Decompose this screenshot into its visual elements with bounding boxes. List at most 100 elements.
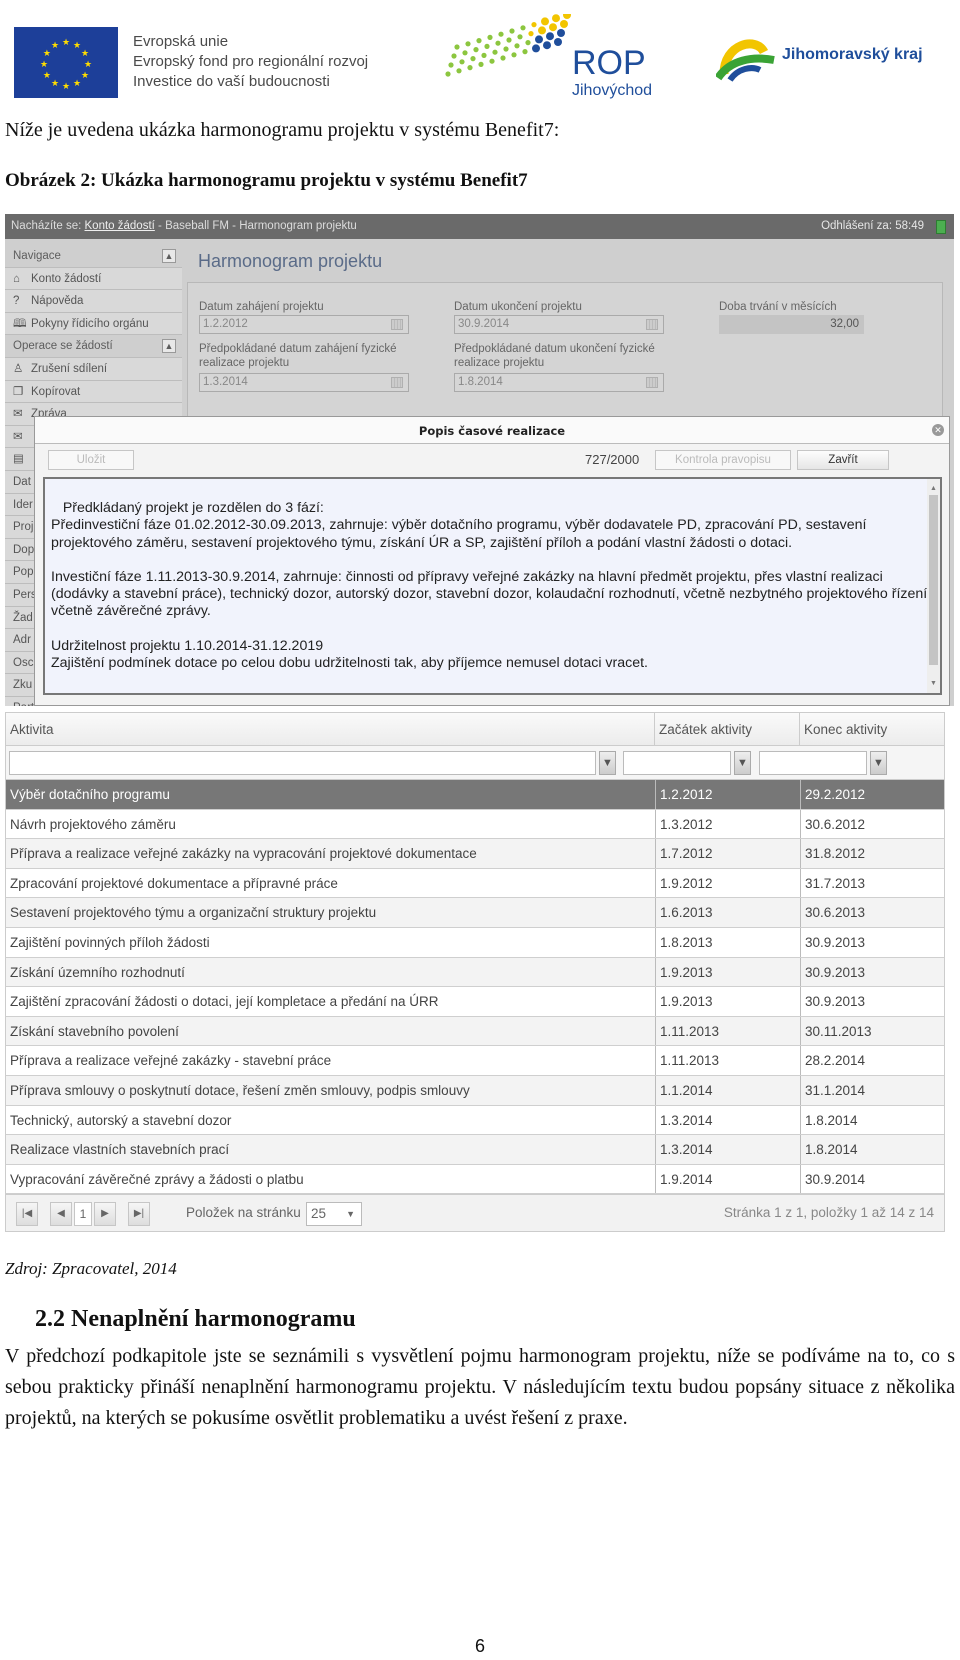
sidebar-section-header[interactable]: Navigace ▲ bbox=[5, 245, 182, 268]
sidebar-item[interactable]: ? Nápověda bbox=[5, 290, 182, 313]
cell-end: 1.8.2014 bbox=[800, 1135, 858, 1164]
description-text: Předkládaný projekt je rozdělen do 3 fáz… bbox=[51, 500, 932, 672]
end-filter-input[interactable] bbox=[759, 751, 867, 775]
cell-start: 1.8.2013 bbox=[655, 927, 713, 957]
page-number-input[interactable]: 1 bbox=[74, 1202, 92, 1227]
logo-dot bbox=[517, 34, 523, 40]
eu-logo-text: Evropská unie Evropský fond pro regionál… bbox=[133, 32, 368, 92]
table-row[interactable]: Zpracování projektové dokumentace a příp… bbox=[5, 868, 945, 899]
logo-dot bbox=[532, 44, 540, 53]
table-row[interactable]: Sestavení projektového týmu a organizačn… bbox=[5, 898, 945, 928]
sidebar-item[interactable]: ❐ Kopírovat bbox=[5, 380, 182, 404]
cell-start: 1.11.2013 bbox=[655, 1016, 719, 1046]
table-row[interactable]: Výběr dotačního programu 1.2.2012 29.2.201… bbox=[5, 780, 945, 810]
logo-dot bbox=[500, 55, 506, 61]
activities-grid: Aktivita Začátek aktivity Konec aktivity… bbox=[5, 712, 945, 1233]
activity-filter-input[interactable] bbox=[9, 751, 596, 775]
sidebar-item-label: Konto žádostí bbox=[31, 272, 102, 285]
logo-dot bbox=[531, 22, 537, 28]
table-row[interactable]: Získání stavebního povolení 1.11.2013 30.1… bbox=[5, 1016, 945, 1047]
table-row[interactable]: Zajištění povinných příloh žádosti 1.8.20… bbox=[5, 927, 945, 958]
cell-activity: Příprava smlouvy o poskytnutí dotace, ře… bbox=[10, 1082, 470, 1098]
table-row[interactable]: Technický, autorský a stavební dozor 1.3.… bbox=[5, 1105, 945, 1136]
cell-activity: Získání územního rozhodnutí bbox=[10, 964, 185, 980]
table-row[interactable]: Vypracování závěrečné zprávy a žádosti o… bbox=[5, 1164, 945, 1195]
logo-dot bbox=[554, 38, 562, 46]
first-page-icon[interactable]: |◀ bbox=[16, 1202, 38, 1227]
start-date-input[interactable]: 1.2.2012 bbox=[199, 315, 409, 334]
cell-end: 1.8.2014 bbox=[800, 1105, 858, 1135]
cell-end: 30.9.2014 bbox=[800, 1164, 865, 1194]
section-heading: 2.2 Nenaplnění harmonogramu bbox=[35, 1306, 356, 1332]
logo-dot bbox=[448, 62, 454, 68]
cell-start: 1.11.2013 bbox=[655, 1046, 719, 1075]
rop-logo: ROP Jihovýchod bbox=[444, 11, 674, 104]
collapse-icon[interactable]: ▲ bbox=[162, 339, 176, 354]
scrollbar[interactable]: ▲ ▼ bbox=[927, 479, 940, 693]
cell-end: 30.9.2013 bbox=[800, 987, 865, 1016]
scroll-down-icon[interactable]: ▼ bbox=[930, 675, 937, 692]
star-icon: ★ bbox=[43, 48, 51, 58]
spellcheck-button[interactable]: Kontrola pravopisu bbox=[655, 450, 791, 470]
logo-dot bbox=[498, 31, 504, 37]
sidebar-item[interactable]: ⌂ Konto žádostí bbox=[5, 267, 182, 291]
chevron-down-icon: ▼ bbox=[346, 1209, 355, 1220]
sidebar-item-icon: ✉ bbox=[13, 430, 23, 443]
last-page-icon[interactable]: ▶| bbox=[128, 1202, 150, 1227]
filter-icon[interactable]: ▼ bbox=[870, 751, 887, 775]
phys-end-input[interactable]: 1.8.2014 bbox=[454, 373, 664, 392]
logo-dot bbox=[514, 43, 520, 49]
next-page-icon[interactable]: ▶ bbox=[94, 1202, 116, 1227]
prev-page-icon[interactable]: ◀ bbox=[50, 1202, 72, 1227]
logo-dot bbox=[535, 35, 543, 44]
save-button[interactable]: Uložit bbox=[48, 450, 134, 470]
column-header-end[interactable]: Konec aktivity bbox=[800, 713, 945, 747]
sidebar-item-label: Navigace bbox=[13, 250, 61, 262]
table-row[interactable]: Získání územního rozhodnutí 1.9.2013 30.9.… bbox=[5, 957, 945, 988]
filter-icon[interactable]: ▼ bbox=[734, 751, 751, 775]
eu-line-1: Evropská unie bbox=[133, 33, 229, 50]
eu-line-3: Investice do vaší budoucnosti bbox=[133, 73, 330, 90]
calendar-icon[interactable] bbox=[391, 377, 403, 388]
table-row[interactable]: Příprava a realizace veřejné zakázky na … bbox=[5, 839, 945, 869]
breadcrumb-link[interactable]: Konto žádostí bbox=[85, 220, 155, 232]
sidebar-section-header[interactable]: Operace se žádostí ▲ bbox=[5, 335, 182, 358]
filter-icon[interactable]: ▼ bbox=[599, 751, 616, 775]
table-row[interactable]: Zajištění zpracování žádosti o dotaci, j… bbox=[5, 987, 945, 1017]
dialog-title: Popis časové realizace bbox=[35, 417, 949, 444]
cell-activity: Zpracování projektové dokumentace a příp… bbox=[10, 875, 338, 891]
phys-start-input[interactable]: 1.3.2014 bbox=[199, 373, 409, 392]
collapse-icon[interactable]: ▲ bbox=[162, 249, 176, 263]
per-page-select[interactable]: 25 ▼ bbox=[306, 1202, 362, 1227]
column-header-activity[interactable]: Aktivita bbox=[6, 713, 655, 747]
scroll-up-icon[interactable]: ▲ bbox=[930, 480, 937, 497]
sidebar-item-label: Part bbox=[13, 702, 34, 706]
eu-line-2: Evropský fond pro regionální rozvoj bbox=[133, 53, 369, 70]
calendar-icon[interactable] bbox=[646, 319, 658, 330]
rop-title: ROP bbox=[572, 44, 646, 82]
table-row[interactable]: Realizace vlastních stavebních prací 1.3.… bbox=[5, 1135, 945, 1165]
star-icon: ★ bbox=[62, 37, 70, 47]
cell-start: 1.3.2012 bbox=[655, 809, 713, 839]
sidebar-item[interactable]: ♙ Zrušení sdílení bbox=[5, 357, 182, 381]
calendar-icon[interactable] bbox=[391, 319, 403, 330]
calendar-icon[interactable] bbox=[646, 377, 658, 388]
cell-end: 31.7.2013 bbox=[800, 868, 865, 898]
sidebar-item[interactable]: 🕮 Pokyny řídicího orgánu bbox=[5, 312, 182, 336]
duration-value: 32,00 bbox=[719, 315, 864, 334]
cell-end: 30.6.2013 bbox=[800, 898, 865, 927]
start-filter-input[interactable] bbox=[623, 751, 731, 775]
table-row[interactable]: Návrh projektového záměru 1.3.2012 30.6.20… bbox=[5, 809, 945, 840]
phys-end-value: 1.8.2014 bbox=[458, 376, 503, 388]
cell-end: 30.9.2013 bbox=[800, 927, 865, 957]
end-date-input[interactable]: 30.9.2014 bbox=[454, 315, 664, 334]
column-header-start[interactable]: Začátek aktivity bbox=[655, 713, 800, 747]
logo-dot bbox=[459, 59, 465, 65]
star-icon: ★ bbox=[84, 59, 92, 69]
table-row[interactable]: Příprava smlouvy o poskytnutí dotace, ře… bbox=[5, 1075, 945, 1106]
sidebar-item-label: Zrušení sdílení bbox=[31, 362, 108, 375]
close-button[interactable]: Zavřít bbox=[797, 450, 889, 470]
description-textarea[interactable]: Předkládaný projekt je rozdělen do 3 fáz… bbox=[43, 477, 942, 695]
close-icon[interactable]: ✕ bbox=[932, 424, 944, 436]
table-row[interactable]: Příprava a realizace veřejné zakázky - s… bbox=[5, 1046, 945, 1076]
